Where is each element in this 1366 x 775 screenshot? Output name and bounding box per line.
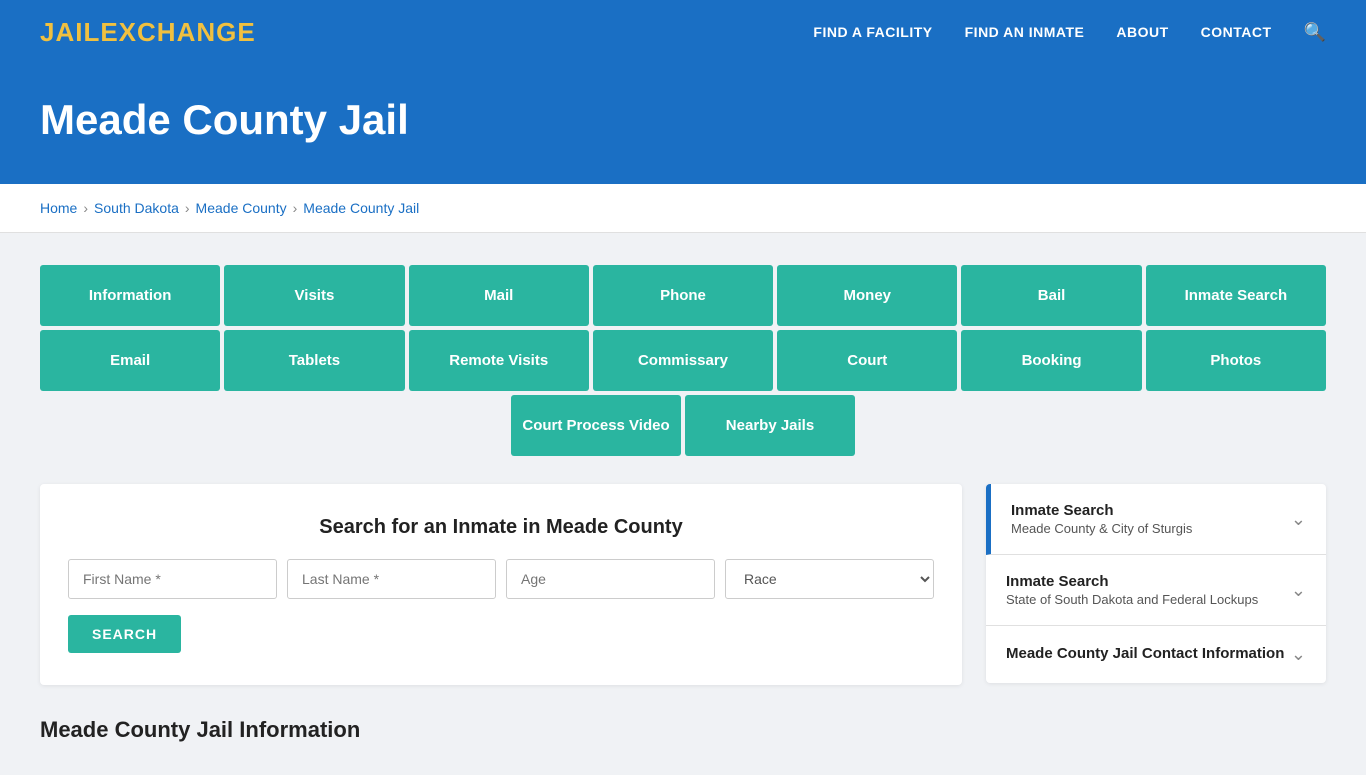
page-title: Meade County Jail <box>40 96 1326 144</box>
breadcrumb-sep-2: › <box>185 200 190 216</box>
nav-find-inmate[interactable]: FIND AN INMATE <box>965 24 1085 40</box>
btn-remote-visits[interactable]: Remote Visits <box>409 330 589 391</box>
nav-find-facility[interactable]: FIND A FACILITY <box>813 24 932 40</box>
sidebar-item-3[interactable]: Meade County Jail Contact Information ⌄ <box>986 626 1326 683</box>
breadcrumb-current: Meade County Jail <box>303 200 419 216</box>
sidebar-item-3-title: Meade County Jail Contact Information <box>1006 645 1284 662</box>
btn-photos[interactable]: Photos <box>1146 330 1326 391</box>
inmate-search-title: Search for an Inmate in Meade County <box>68 516 934 539</box>
breadcrumb-sep-1: › <box>83 200 88 216</box>
btn-tablets[interactable]: Tablets <box>224 330 404 391</box>
sidebar-item-2-subtitle: State of South Dakota and Federal Lockup… <box>1006 592 1258 607</box>
main-content: Information Visits Mail Phone Money Bail… <box>0 233 1366 775</box>
btn-phone[interactable]: Phone <box>593 265 773 326</box>
nav-contact[interactable]: CONTACT <box>1201 24 1272 40</box>
hero-section: Meade County Jail <box>0 64 1366 184</box>
button-row-1: Information Visits Mail Phone Money Bail… <box>40 265 1326 326</box>
logo-part1: JAIL <box>40 17 100 47</box>
sidebar-item-2-title: Inmate Search <box>1006 573 1258 590</box>
sidebar-item-1-title: Inmate Search <box>1011 502 1192 519</box>
btn-mail[interactable]: Mail <box>409 265 589 326</box>
sidebar-item-3-text: Meade County Jail Contact Information <box>1006 645 1284 664</box>
sidebar-item-2-text: Inmate Search State of South Dakota and … <box>1006 573 1258 607</box>
breadcrumb: Home › South Dakota › Meade County › Mea… <box>40 200 1326 216</box>
chevron-down-icon-3: ⌄ <box>1291 644 1306 665</box>
breadcrumb-meade-county[interactable]: Meade County <box>196 200 287 216</box>
sidebar-card: Inmate Search Meade County & City of Stu… <box>986 484 1326 683</box>
chevron-down-icon-1: ⌄ <box>1291 509 1306 530</box>
btn-email[interactable]: Email <box>40 330 220 391</box>
breadcrumb-sep-3: › <box>293 200 298 216</box>
sidebar-item-1-subtitle: Meade County & City of Sturgis <box>1011 521 1192 536</box>
breadcrumb-home[interactable]: Home <box>40 200 77 216</box>
section-heading: Meade County Jail Information <box>40 709 962 743</box>
btn-commissary[interactable]: Commissary <box>593 330 773 391</box>
btn-court-process-video[interactable]: Court Process Video <box>511 395 681 456</box>
sidebar: Inmate Search Meade County & City of Stu… <box>986 484 1326 683</box>
first-name-input[interactable] <box>68 559 277 599</box>
search-fields: Race <box>68 559 934 599</box>
btn-nearby-jails[interactable]: Nearby Jails <box>685 395 855 456</box>
last-name-input[interactable] <box>287 559 496 599</box>
btn-inmate-search[interactable]: Inmate Search <box>1146 265 1326 326</box>
sidebar-item-1-text: Inmate Search Meade County & City of Stu… <box>1011 502 1192 536</box>
button-row-3: Court Process Video Nearby Jails <box>40 395 1326 456</box>
btn-booking[interactable]: Booking <box>961 330 1141 391</box>
sidebar-item-1[interactable]: Inmate Search Meade County & City of Stu… <box>986 484 1326 555</box>
btn-bail[interactable]: Bail <box>961 265 1141 326</box>
btn-visits[interactable]: Visits <box>224 265 404 326</box>
race-select[interactable]: Race <box>725 559 934 599</box>
age-input[interactable] <box>506 559 715 599</box>
content-layout: Search for an Inmate in Meade County Rac… <box>40 484 1326 743</box>
btn-court[interactable]: Court <box>777 330 957 391</box>
inmate-search-box: Search for an Inmate in Meade County Rac… <box>40 484 962 685</box>
search-button[interactable]: SEARCH <box>68 615 181 653</box>
breadcrumb-south-dakota[interactable]: South Dakota <box>94 200 179 216</box>
chevron-down-icon-2: ⌄ <box>1291 580 1306 601</box>
btn-money[interactable]: Money <box>777 265 957 326</box>
content-main: Search for an Inmate in Meade County Rac… <box>40 484 962 743</box>
sidebar-item-2[interactable]: Inmate Search State of South Dakota and … <box>986 555 1326 626</box>
nav-about[interactable]: ABOUT <box>1116 24 1168 40</box>
logo[interactable]: JAILEXCHANGE <box>40 17 256 48</box>
search-icon-button[interactable]: 🔍 <box>1304 22 1326 43</box>
breadcrumb-bar: Home › South Dakota › Meade County › Mea… <box>0 184 1366 233</box>
header: JAILEXCHANGE FIND A FACILITY FIND AN INM… <box>0 0 1366 64</box>
nav: FIND A FACILITY FIND AN INMATE ABOUT CON… <box>813 22 1326 43</box>
button-row-2: Email Tablets Remote Visits Commissary C… <box>40 330 1326 391</box>
logo-part2: EXCHANGE <box>100 17 255 47</box>
btn-information[interactable]: Information <box>40 265 220 326</box>
